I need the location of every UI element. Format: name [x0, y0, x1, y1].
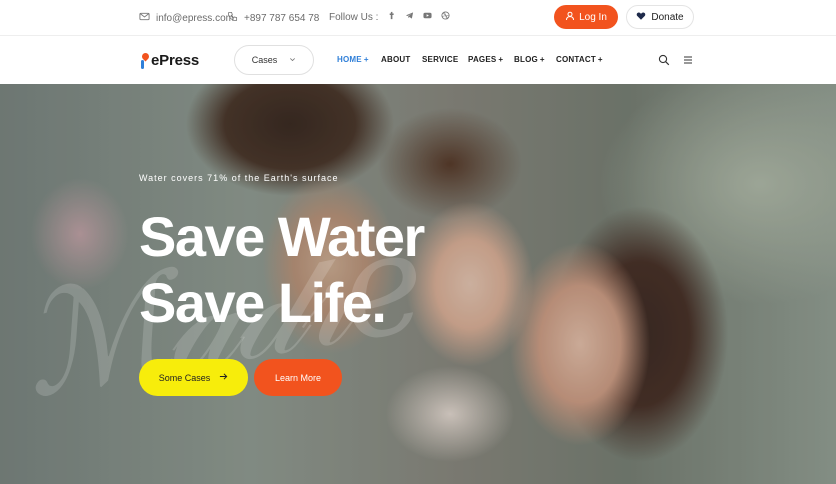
nav-item-blog[interactable]: BLOG + — [514, 55, 545, 64]
nav-item-pages[interactable]: PAGES + — [468, 55, 503, 64]
social-links: Follow Us : — [329, 11, 451, 23]
login-label: Log In — [579, 11, 607, 23]
nav-item-home[interactable]: HOME + — [337, 55, 369, 64]
phone-icon — [227, 11, 238, 25]
nav-item-label: HOME — [337, 55, 362, 64]
cases-dropdown-value: Cases — [251, 55, 278, 65]
nav-item-label: PAGES — [468, 55, 497, 64]
dribbble-icon[interactable] — [441, 11, 451, 23]
user-icon — [565, 11, 575, 24]
phone-contact[interactable]: +897 787 654 78 — [227, 11, 319, 25]
facebook-icon[interactable] — [387, 11, 396, 23]
follow-label: Follow Us : — [329, 11, 379, 23]
hero-title: Save Water Save Life. — [139, 204, 425, 336]
hero-title-line-2: Save Life. — [139, 271, 387, 334]
top-bar: info@epress.com +897 787 654 78 Follow U… — [0, 0, 836, 36]
some-cases-button[interactable]: Some Cases — [139, 359, 248, 396]
main-navigation: ePress Cases HOME + ABOUT SERVICE PAGES … — [0, 36, 836, 84]
cases-dropdown[interactable]: Cases — [234, 45, 314, 75]
nav-item-contact[interactable]: CONTACT + — [556, 55, 603, 64]
menu-icon[interactable] — [682, 53, 694, 65]
plus-icon: + — [363, 55, 369, 64]
learn-more-label: Learn More — [274, 372, 322, 383]
logo-icon — [140, 51, 151, 69]
donate-label: Donate — [651, 11, 684, 23]
logo-text: ePress — [151, 52, 200, 69]
nav-item-service[interactable]: SERVICE — [422, 55, 458, 64]
site-logo[interactable]: ePress — [140, 51, 200, 69]
nav-item-about[interactable]: ABOUT — [381, 55, 410, 64]
learn-more-button[interactable]: Learn More — [254, 359, 342, 396]
plus-icon: + — [539, 55, 545, 64]
telegram-icon[interactable] — [405, 11, 414, 23]
login-button[interactable]: Log In — [554, 5, 618, 29]
some-cases-label: Some Cases — [158, 372, 211, 383]
hero-section: ℳ𝒶𝒹𝓇𝑒 Water covers 71% of the Earth's su… — [0, 84, 836, 484]
mail-icon — [139, 11, 150, 25]
nav-item-label: BLOG — [514, 55, 538, 64]
hero-tagline: Water covers 71% of the Earth's surface — [139, 173, 339, 183]
hero-title-line-1: Save Water — [139, 205, 425, 268]
search-icon[interactable] — [658, 53, 670, 66]
nav-item-label: CONTACT — [556, 55, 596, 64]
email-text: info@epress.com — [156, 12, 234, 24]
nav-item-label: ABOUT — [381, 55, 411, 64]
heart-icon — [636, 11, 646, 24]
nav-item-label: SERVICE — [422, 55, 459, 64]
plus-icon: + — [597, 55, 603, 64]
chevron-down-icon — [289, 55, 296, 65]
arrow-right-icon — [219, 372, 228, 383]
email-contact[interactable]: info@epress.com — [139, 11, 234, 25]
donate-button[interactable]: Donate — [626, 5, 694, 29]
youtube-icon[interactable] — [423, 11, 433, 23]
phone-text: +897 787 654 78 — [244, 12, 320, 24]
plus-icon: + — [498, 55, 504, 64]
